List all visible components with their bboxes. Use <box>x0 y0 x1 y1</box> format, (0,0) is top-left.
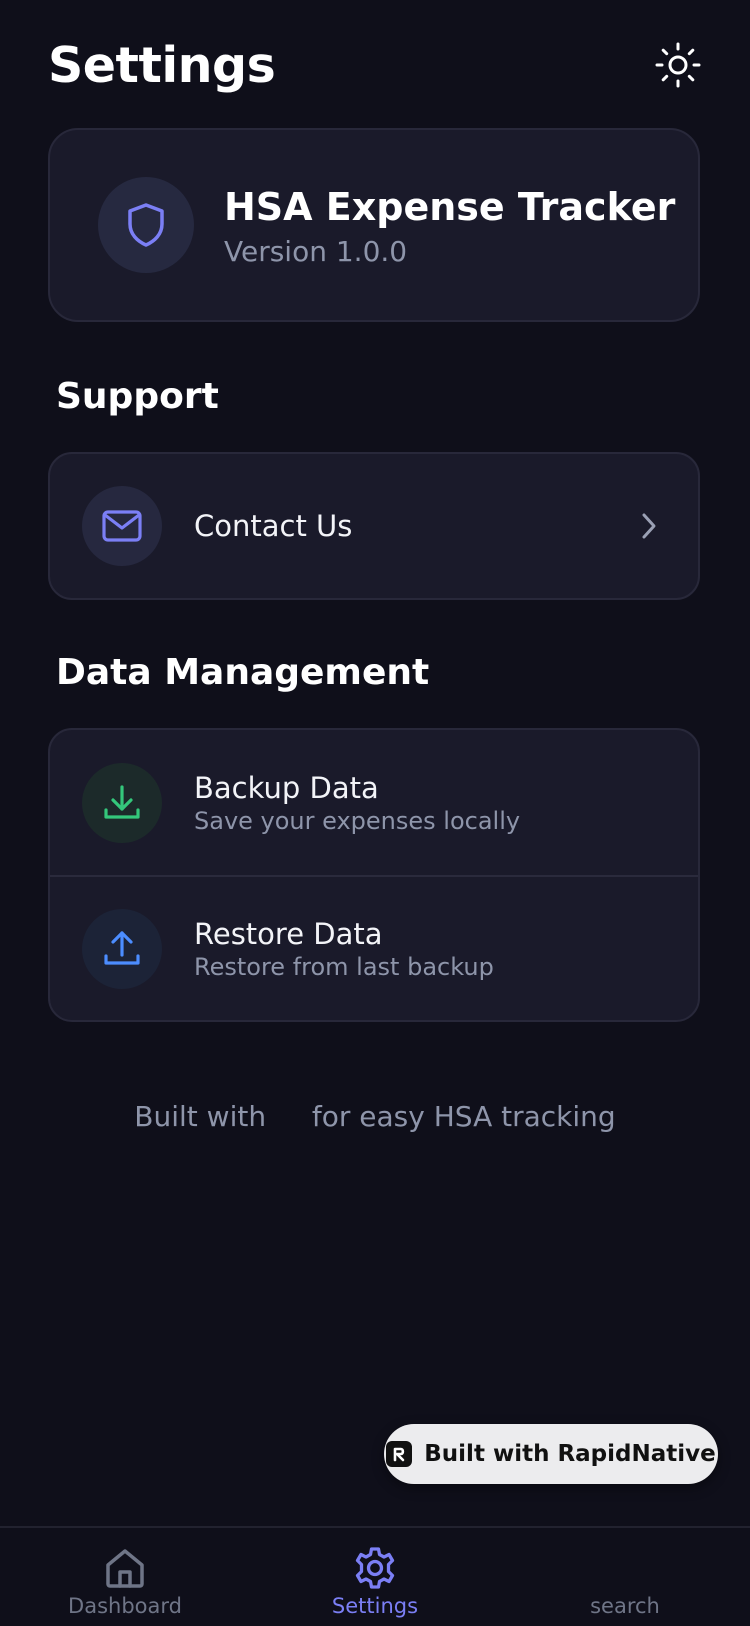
home-icon <box>106 1549 144 1588</box>
app-icon-badge <box>98 177 194 273</box>
restore-data-label: Restore Data <box>194 916 383 951</box>
tab-settings[interactable]: Settings <box>250 1528 500 1626</box>
support-card: Contact Us <box>48 452 700 600</box>
backup-data-label: Backup Data <box>194 770 379 805</box>
footer-note: Built with for easy HSA tracking <box>0 1100 750 1133</box>
app-version: Version 1.0.0 <box>224 234 408 268</box>
app-name: HSA Expense Tracker <box>224 184 676 229</box>
chevron-right-icon <box>642 513 656 539</box>
support-section-title: Support <box>56 376 219 417</box>
footer-suffix: for easy HSA tracking <box>311 1100 616 1133</box>
data-management-card: Backup Data Save your expenses locally R… <box>48 728 700 1022</box>
download-icon <box>104 784 140 819</box>
search-tab-icon-placeholder <box>603 1546 647 1590</box>
footer-prefix: Built with <box>134 1100 267 1133</box>
data-management-section-title: Data Management <box>56 652 430 693</box>
backup-icon-badge <box>82 762 162 843</box>
theme-toggle-button[interactable] <box>654 41 702 89</box>
contact-icon-badge <box>82 486 162 566</box>
page-title: Settings <box>48 36 276 94</box>
tab-search-label: search <box>590 1594 660 1618</box>
backup-data-subtitle: Save your expenses locally <box>194 806 521 835</box>
contact-us-row[interactable]: Contact Us <box>50 454 698 598</box>
restore-icon-badge <box>82 908 162 989</box>
restore-data-subtitle: Restore from last backup <box>194 952 494 981</box>
tab-dashboard-label: Dashboard <box>68 1594 182 1618</box>
shield-icon <box>128 203 164 247</box>
mail-icon <box>102 510 142 542</box>
app-info-card: HSA Expense Tracker Version 1.0.0 <box>48 128 700 322</box>
tab-search[interactable]: search <box>500 1528 750 1626</box>
rapidnative-logo-icon <box>386 1441 413 1467</box>
contact-us-label: Contact Us <box>194 509 353 543</box>
upload-icon <box>104 930 140 965</box>
tab-bar: Dashboard Settings search <box>0 1526 750 1626</box>
tab-dashboard[interactable]: Dashboard <box>0 1528 250 1626</box>
backup-data-row[interactable]: Backup Data Save your expenses locally <box>50 730 698 875</box>
header: Settings <box>48 30 702 100</box>
tab-settings-label: Settings <box>331 1594 419 1618</box>
restore-data-row[interactable]: Restore Data Restore from last backup <box>50 875 698 1020</box>
gear-icon <box>355 1547 395 1589</box>
sun-icon <box>655 42 701 88</box>
rapidnative-badge-label: Built with RapidNative <box>424 1441 716 1467</box>
rapidnative-badge[interactable]: Built with RapidNative <box>384 1424 718 1484</box>
